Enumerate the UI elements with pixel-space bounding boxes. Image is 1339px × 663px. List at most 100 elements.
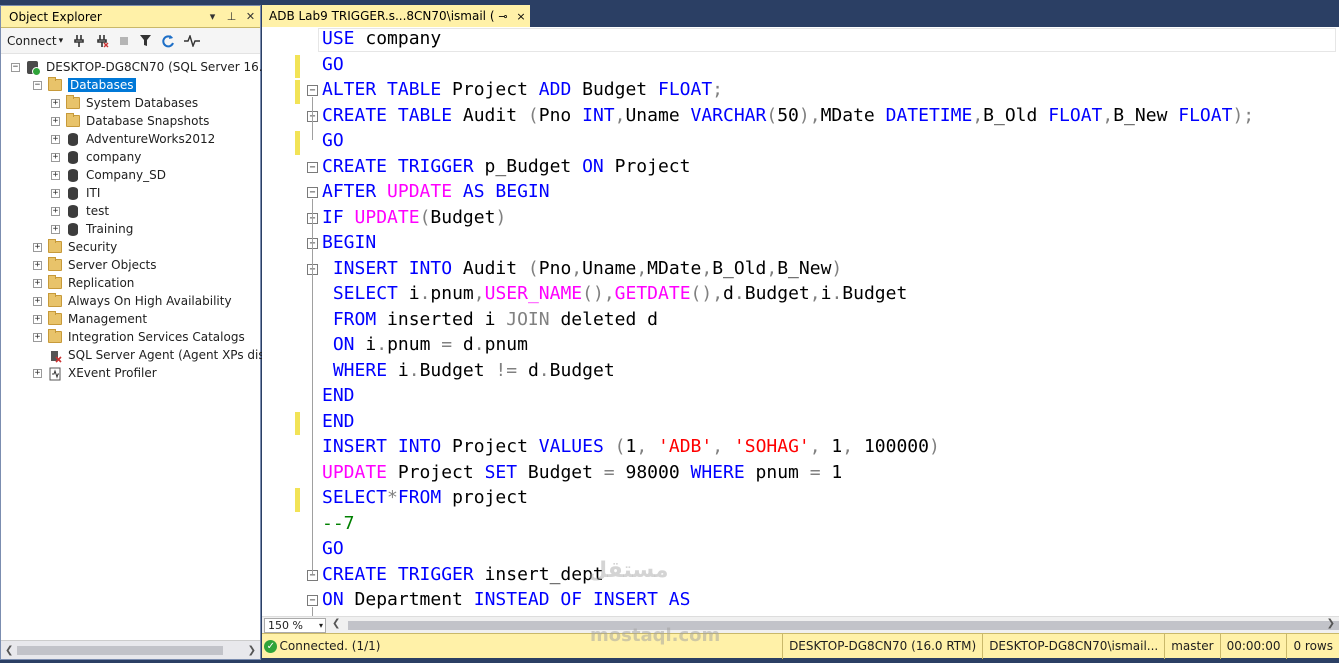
- scrollbar-thumb[interactable]: [17, 646, 223, 655]
- code-line[interactable]: CREATE TABLE Audit (Pno INT,Uname VARCHA…: [322, 105, 1254, 126]
- code-line[interactable]: GO: [322, 54, 344, 75]
- tab-pin-icon[interactable]: ⊸: [494, 10, 512, 23]
- tree-node[interactable]: + Replication: [33, 274, 134, 292]
- expand-icon[interactable]: +: [51, 206, 60, 216]
- code-token: WHERE: [690, 461, 745, 483]
- expand-icon[interactable]: +: [33, 332, 42, 342]
- code-line[interactable]: ALTER TABLE Project ADD Budget FLOAT;: [322, 79, 723, 100]
- tree-node[interactable]: − DESKTOP-DG8CN70 (SQL Server 16.0.1(: [11, 58, 286, 76]
- code-line[interactable]: GO: [322, 538, 344, 559]
- code-line[interactable]: AFTER UPDATE AS BEGIN: [322, 181, 550, 202]
- pin-icon[interactable]: ⊥: [222, 10, 241, 23]
- tree-node[interactable]: + Security: [33, 238, 117, 256]
- tree-node[interactable]: SQL Server Agent (Agent XPs disabl: [33, 346, 283, 364]
- collapse-icon[interactable]: −: [33, 80, 42, 90]
- tree-node[interactable]: + test: [51, 202, 109, 220]
- tree-node[interactable]: + XEvent Profiler: [33, 364, 157, 382]
- stop-icon[interactable]: [118, 32, 130, 50]
- collapse-region-icon[interactable]: −: [307, 595, 318, 606]
- scroll-left-icon[interactable]: ❮: [332, 618, 340, 629]
- code-token: UPDATE: [387, 181, 453, 202]
- code-token: INT: [582, 104, 615, 126]
- code-line[interactable]: --7: [322, 513, 355, 534]
- code-line[interactable]: WHERE i.Budget != d.Budget: [322, 360, 615, 381]
- expand-icon[interactable]: +: [51, 224, 60, 234]
- activity-monitor-icon[interactable]: [184, 32, 201, 50]
- code-token: (: [527, 257, 539, 279]
- tree-node[interactable]: + Database Snapshots: [51, 112, 209, 130]
- code-line[interactable]: CREATE TRIGGER p_Budget ON Project: [322, 156, 690, 177]
- code-token: INSTEAD OF INSERT AS: [473, 589, 691, 610]
- tree-node[interactable]: − Databases: [33, 76, 136, 94]
- tree-node[interactable]: + AdventureWorks2012: [51, 130, 215, 148]
- object-explorer-panel: Object Explorer ▾ ⊥ ✕ Connect ▾ − DESKTO…: [0, 5, 286, 660]
- collapse-region-icon[interactable]: −: [307, 85, 318, 96]
- scrollbar-thumb[interactable]: [348, 620, 1339, 630]
- expand-icon[interactable]: +: [33, 260, 42, 270]
- folder-icon: [48, 329, 62, 343]
- code-line[interactable]: END: [322, 411, 355, 432]
- code-line[interactable]: CREATE TRIGGER insert_dept: [322, 564, 604, 585]
- code-line[interactable]: FROM inserted i JOIN deleted d: [322, 309, 658, 330]
- code-line[interactable]: END: [322, 385, 355, 406]
- collapse-region-icon[interactable]: −: [307, 187, 318, 198]
- code-token: .: [408, 359, 420, 381]
- agent-icon: [48, 349, 62, 363]
- tree-node[interactable]: + Server Objects: [33, 256, 157, 274]
- dropdown-icon[interactable]: ▾: [203, 10, 222, 23]
- expand-icon[interactable]: +: [33, 314, 42, 324]
- code-token: ,: [636, 257, 648, 279]
- expand-icon[interactable]: +: [51, 170, 60, 180]
- code-line[interactable]: ON i.pnum = d.pnum: [322, 334, 528, 355]
- filter-icon[interactable]: [139, 32, 152, 50]
- code-line[interactable]: BEGIN: [322, 232, 376, 253]
- tree-node[interactable]: + Always On High Availability: [33, 292, 232, 310]
- scroll-right-icon[interactable]: ❯: [248, 645, 256, 656]
- code-token: 'ADB': [658, 436, 713, 457]
- tab-close-icon[interactable]: ×: [512, 10, 530, 23]
- tree-node[interactable]: + System Databases: [51, 94, 198, 112]
- tab-query-editor[interactable]: ADB Lab9 TRIGGER.s...8CN70\ismail (56))*…: [262, 5, 530, 27]
- code-line[interactable]: SELECT i.pnum,USER_NAME(),GETDATE(),d.Bu…: [322, 283, 907, 304]
- tree-node[interactable]: + Integration Services Catalogs: [33, 328, 245, 346]
- connect-button[interactable]: Connect ▾: [7, 32, 63, 50]
- expand-icon[interactable]: +: [51, 152, 60, 162]
- code-line[interactable]: INSERT INTO Project VALUES (1, 'ADB', 'S…: [322, 436, 940, 457]
- tree-node[interactable]: + Company_SD: [51, 166, 166, 184]
- expand-icon[interactable]: +: [33, 368, 42, 378]
- expand-icon[interactable]: +: [33, 242, 42, 252]
- expand-icon[interactable]: +: [33, 296, 42, 306]
- query-editor[interactable]: USE company GO ALTER TABLE Project ADD Bud…: [262, 27, 1339, 616]
- disconnect-icon[interactable]: [95, 32, 109, 50]
- expand-icon[interactable]: +: [51, 98, 60, 108]
- zoom-select[interactable]: 150 % ▾: [264, 617, 326, 633]
- code-token: USER_NAME: [484, 283, 583, 304]
- tree-node[interactable]: + Management: [33, 310, 147, 328]
- scroll-right-icon[interactable]: ❯: [1327, 618, 1335, 629]
- code-line[interactable]: IF UPDATE(Budget): [322, 207, 506, 228]
- code-line[interactable]: GO: [322, 130, 344, 151]
- code-line[interactable]: USE company: [322, 28, 441, 49]
- collapse-icon[interactable]: −: [11, 62, 20, 72]
- expand-icon[interactable]: +: [51, 188, 60, 198]
- code-line[interactable]: INSERT INTO Audit (Pno,Uname,MDate,B_Old…: [322, 258, 842, 279]
- tree-node[interactable]: + Training: [51, 220, 133, 238]
- object-explorer-horizontal-scrollbar[interactable]: ❮ ❯: [1, 640, 260, 659]
- code-token: Pno: [538, 257, 572, 279]
- expand-icon[interactable]: +: [33, 278, 42, 288]
- editor-horizontal-scrollbar[interactable]: ❮ ❯: [330, 618, 1339, 633]
- connect-object-explorer-icon[interactable]: [72, 32, 86, 50]
- expand-icon[interactable]: +: [51, 116, 60, 126]
- tree-node[interactable]: + ITI: [51, 184, 100, 202]
- code-line[interactable]: SELECT*FROM project: [322, 487, 528, 508]
- changed-line-marker: [295, 54, 300, 78]
- tree-node[interactable]: + company: [51, 148, 141, 166]
- collapse-region-icon[interactable]: −: [307, 161, 318, 173]
- refresh-icon[interactable]: [161, 32, 175, 50]
- close-icon[interactable]: ✕: [241, 10, 260, 23]
- expand-icon[interactable]: +: [51, 134, 60, 144]
- code-line[interactable]: ON Department INSTEAD OF INSERT AS: [322, 589, 690, 610]
- scroll-left-icon[interactable]: ❮: [5, 645, 13, 656]
- tree-node-label: ITI: [86, 186, 101, 200]
- code-line[interactable]: UPDATE Project SET Budget = 98000 WHERE …: [322, 462, 842, 483]
